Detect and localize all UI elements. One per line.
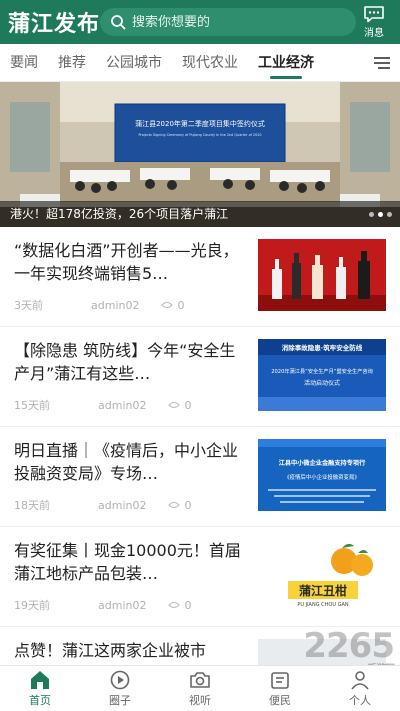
news-item[interactable]: “数据化白酒”开创者——光良，一年实现终端销售5… 3天前 admin02 0	[0, 227, 400, 327]
service-icon	[271, 671, 289, 689]
product-name: 蒲江丑柑	[299, 583, 347, 598]
news-view-count: 0	[184, 498, 192, 512]
liquor-bottles-image	[258, 239, 386, 311]
bottom-navigation: 首页 圈子 视听 便民 个人	[0, 665, 400, 711]
nav-profile[interactable]: 个人	[320, 666, 400, 711]
search-icon	[111, 15, 126, 30]
news-views: 0	[168, 399, 191, 412]
news-title: 【除隐患 筑防线】今年“安全生产月”蒲江有这些…	[14, 341, 236, 383]
banner-screen-title: 蒲江县2020年第二季度项目集中签约仪式	[135, 119, 265, 128]
tab-park-city[interactable]: 公园城市	[96, 44, 172, 82]
app-root: 蒲江发布 消息 要闻 推荐 公园城市 现代农业 工业经济	[0, 0, 400, 711]
news-meta: 18天前 admin02 0	[14, 497, 246, 513]
news-meta: 15天前 admin02 0	[14, 397, 246, 413]
poster-title: 江县中小微企业金融支持专项行	[279, 459, 366, 467]
nav-circle[interactable]: 圈子	[80, 666, 160, 711]
tab-tuijian[interactable]: 推荐	[48, 44, 96, 82]
news-title: “数据化白酒”开创者——光良，一年实现终端销售5…	[14, 241, 239, 283]
search-bar[interactable]	[100, 8, 356, 36]
carousel-dot	[369, 212, 374, 217]
nav-audiovisual[interactable]: 视听	[160, 666, 240, 711]
banner-caption: 港火！超178亿投资，26个项目落户蒲江	[0, 201, 400, 227]
eye-icon	[168, 502, 181, 508]
news-meta: 19天前 admin02 0	[14, 597, 246, 613]
top-header: 蒲江发布 消息	[0, 0, 400, 44]
category-tabs: 要闻 推荐 公园城市 现代农业 工业经济	[0, 44, 400, 82]
news-author: admin02	[91, 298, 140, 312]
tab-yaowen[interactable]: 要闻	[0, 44, 48, 82]
finance-live-poster-image: 江县中小微企业金融支持专项行 《疫情后中小企业投融资变局》	[258, 439, 386, 511]
person-icon	[351, 670, 369, 690]
nav-services[interactable]: 便民	[240, 666, 320, 711]
news-view-count: 0	[184, 598, 192, 612]
news-item[interactable]: 明日直播｜《疫情后，中小企业投融资变局》专场… 18天前 admin02 0 江…	[0, 427, 400, 527]
camera-icon	[190, 671, 210, 688]
banner-screen-subtitle: Projects Signing Ceremony of Pujiang Cou…	[138, 133, 261, 137]
news-title: 明日直播｜《疫情后，中小企业投融资变局》专场…	[14, 441, 239, 483]
channel-menu-button[interactable]	[364, 44, 400, 82]
carousel-dot-active	[378, 212, 383, 217]
search-input[interactable]	[132, 14, 342, 30]
eye-icon	[161, 302, 174, 308]
nav-circle-label: 圈子	[109, 693, 131, 707]
app-logo: 蒲江发布	[8, 11, 101, 37]
news-views: 0	[161, 299, 184, 312]
news-view-count: 0	[184, 398, 192, 412]
news-author: admin02	[98, 398, 147, 412]
banner-carousel[interactable]: 蒲江县2020年第二季度项目集中签约仪式 Projects Signing Ce…	[0, 82, 400, 227]
carousel-dots	[369, 212, 392, 217]
eye-icon	[168, 602, 181, 608]
news-title: 有奖征集丨现金10000元！首届蒲江地标产品包装…	[14, 541, 241, 583]
news-thumbnail: 蒲江丑柑 PU JIANG CHOU GAN	[258, 539, 386, 611]
news-time: 19天前	[14, 599, 50, 612]
carousel-dot	[387, 212, 392, 217]
nav-profile-label: 个人	[349, 693, 371, 707]
news-view-count: 0	[177, 298, 185, 312]
news-time: 15天前	[14, 399, 50, 412]
nav-audiovisual-label: 视听	[189, 693, 211, 707]
news-thumbnail: 消除事故隐患·筑牢安全防线 2020年蒲江县“安全生产月”暨安全生产咨询 活动启…	[258, 339, 386, 411]
nav-home[interactable]: 首页	[0, 666, 80, 711]
poster-subtitle: 《疫情后中小企业投融资变局》	[284, 473, 359, 481]
eye-icon	[168, 402, 181, 408]
news-item[interactable]: 【除隐患 筑防线】今年“安全生产月”蒲江有这些… 15天前 admin02 0 …	[0, 327, 400, 427]
news-views: 0	[168, 499, 191, 512]
news-meta: 3天前 admin02 0	[14, 297, 246, 313]
poster-title: 2020年蒲江县“安全生产月”暨安全生产咨询	[271, 367, 373, 375]
news-author: admin02	[98, 498, 147, 512]
nav-services-label: 便民	[269, 693, 291, 707]
ugly-orange-product-image: 蒲江丑柑 PU JIANG CHOU GAN	[258, 539, 386, 611]
message-button[interactable]: 消息	[356, 5, 392, 39]
home-icon	[31, 670, 49, 689]
tab-industrial-economy[interactable]: 工业经济	[248, 44, 324, 82]
poster-subtitle: 活动启动仪式	[304, 379, 340, 387]
news-thumbnail: 江县中小微企业金融支持专项行 《疫情后中小企业投融资变局》	[258, 439, 386, 511]
tab-modern-agriculture[interactable]: 现代农业	[172, 44, 248, 82]
news-time: 18天前	[14, 499, 50, 512]
play-circle-icon	[110, 670, 130, 689]
news-author: admin02	[98, 598, 147, 612]
news-item[interactable]: 有奖征集丨现金10000元！首届蒲江地标产品包装… 19天前 admin02 0…	[0, 527, 400, 627]
safety-month-poster-image: 消除事故隐患·筑牢安全防线 2020年蒲江县“安全生产月”暨安全生产咨询 活动启…	[258, 339, 386, 411]
menu-icon	[374, 56, 390, 69]
news-thumbnail	[258, 239, 386, 311]
poster-slogan: 消除事故隐患·筑牢安全防线	[282, 343, 363, 352]
product-pinyin: PU JIANG CHOU GAN	[297, 602, 349, 608]
message-label: 消息	[364, 28, 384, 39]
news-time: 3天前	[14, 299, 43, 312]
message-icon	[364, 6, 384, 23]
nav-home-label: 首页	[29, 693, 51, 707]
news-views: 0	[168, 599, 191, 612]
